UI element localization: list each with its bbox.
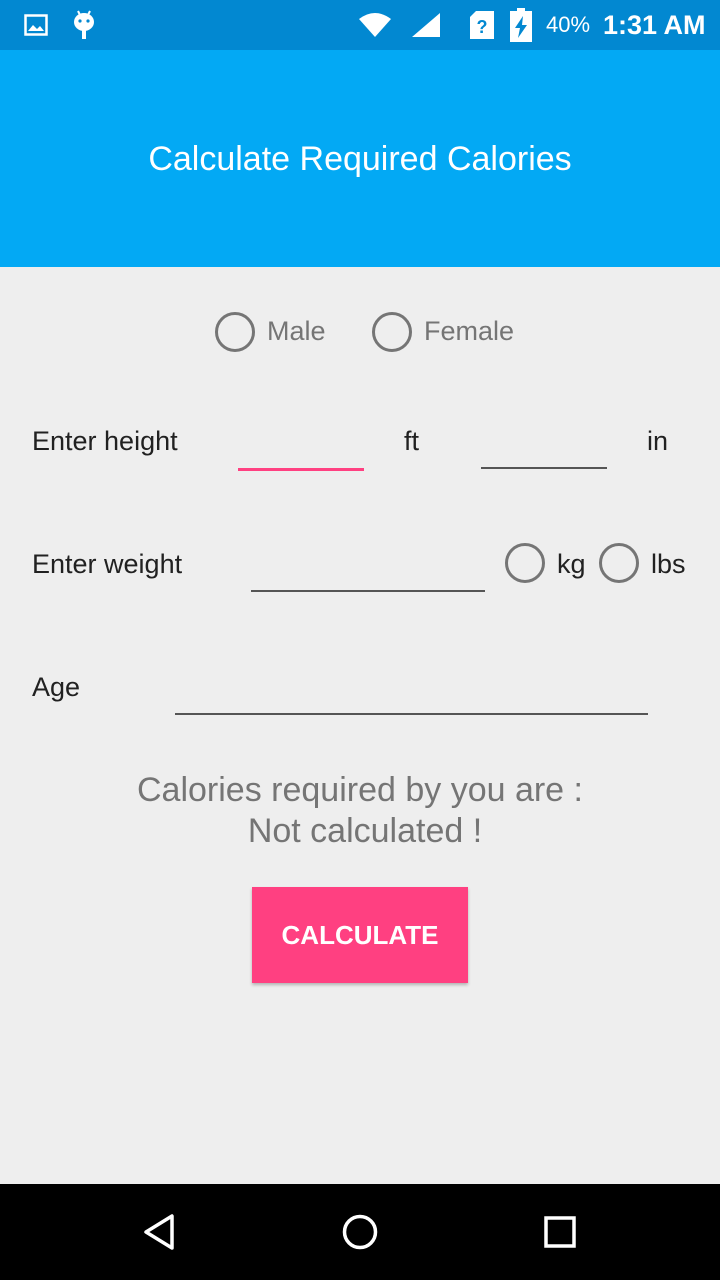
svg-text:?: ? — [477, 17, 488, 37]
weight-input[interactable] — [251, 543, 485, 587]
signal-icon — [410, 0, 442, 50]
age-underline — [175, 713, 648, 715]
wifi-icon — [358, 0, 392, 50]
weight-underline — [251, 590, 485, 592]
age-label: Age — [32, 672, 81, 702]
age-input[interactable] — [175, 666, 648, 710]
battery-charging-icon — [509, 0, 533, 50]
back-icon[interactable] — [136, 1208, 184, 1256]
height-label: Enter height — [32, 426, 178, 456]
screen: ? 40% 1:31 AM Calculate Required Calorie… — [0, 0, 720, 1280]
feet-unit-label: ft — [404, 426, 420, 456]
gallery-icon — [24, 0, 48, 50]
android-icon — [72, 0, 96, 50]
inches-unit-label: in — [647, 426, 669, 456]
height-feet-input[interactable] — [238, 420, 364, 464]
battery-percent: 40% — [546, 12, 591, 37]
radio-kg[interactable] — [505, 543, 545, 583]
calculate-button[interactable]: CALCULATE — [252, 887, 468, 983]
radio-male-label[interactable]: Male — [267, 316, 326, 347]
recents-icon[interactable] — [536, 1208, 584, 1256]
app-bar: Calculate Required Calories — [0, 50, 720, 267]
radio-male[interactable] — [215, 312, 255, 352]
home-icon[interactable] — [336, 1208, 384, 1256]
height-feet-underline — [238, 468, 364, 471]
result-value: Not calculated ! — [247, 812, 483, 850]
radio-lbs-label[interactable]: lbs — [651, 549, 686, 580]
radio-female[interactable] — [372, 312, 412, 352]
radio-female-label[interactable]: Female — [424, 316, 514, 347]
height-inches-underline — [481, 467, 607, 469]
radio-kg-label[interactable]: kg — [557, 549, 586, 580]
weight-label: Enter weight — [32, 549, 183, 579]
result-heading: Calories required by you are : — [136, 771, 583, 809]
page-title: Calculate Required Calories — [148, 140, 572, 178]
sim-unknown-icon: ? — [469, 0, 495, 50]
height-inches-input[interactable] — [481, 420, 607, 464]
status-bar: ? 40% 1:31 AM — [0, 0, 720, 50]
clock: 1:31 AM — [603, 9, 706, 40]
radio-lbs[interactable] — [599, 543, 639, 583]
navigation-bar — [0, 1184, 720, 1280]
